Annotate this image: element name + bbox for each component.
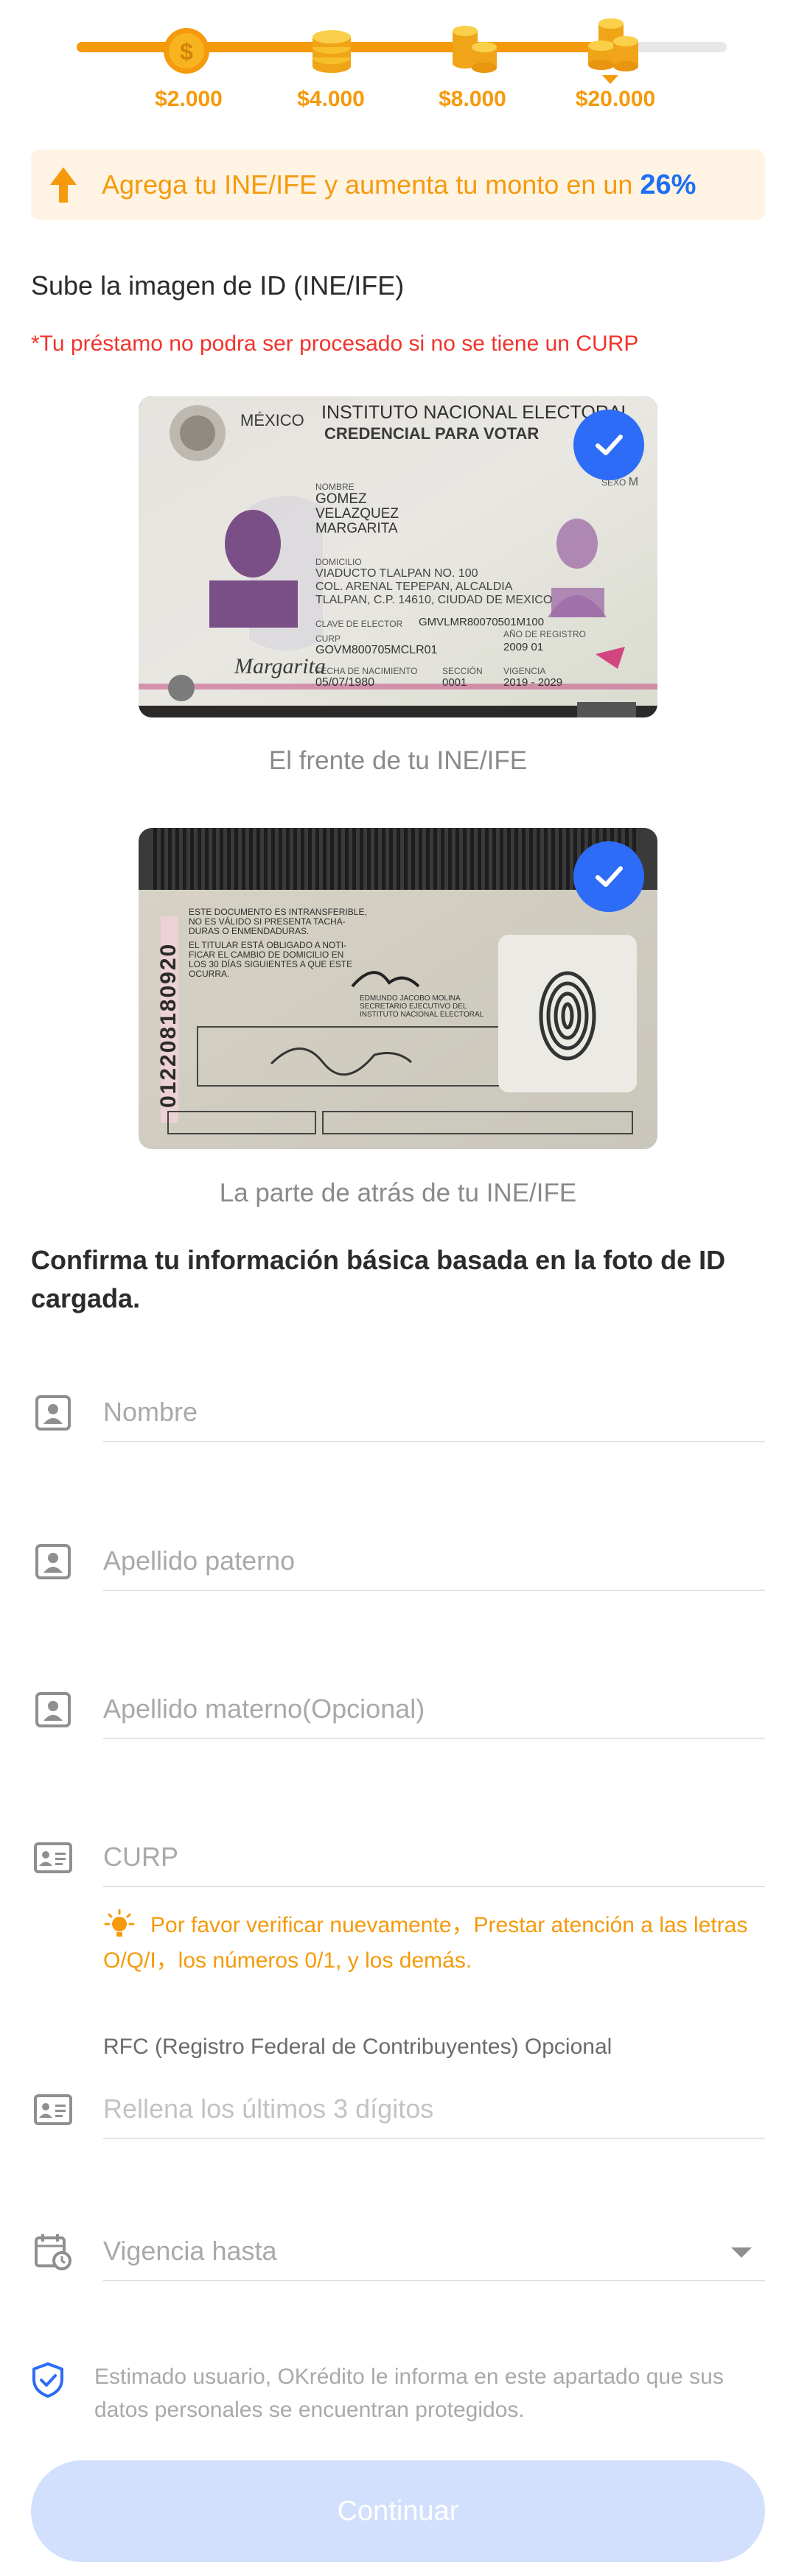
card-elector-label: CLAVE DE ELECTOR [315, 619, 403, 629]
coin-stack-icon [302, 16, 361, 75]
step-label: $2.000 [155, 87, 223, 111]
id-back-secretary: EDMUNDO JACOBO MOLINA SECRETARIO EJECUTI… [360, 994, 484, 1019]
caret-down-icon[interactable] [731, 2247, 752, 2258]
paternal-surname-input[interactable]: Apellido paterno [103, 1532, 765, 1591]
svg-text:$: $ [180, 38, 193, 65]
banner-text: Agrega tu INE/IFE y aumenta tu monto en … [102, 169, 633, 200]
card-registro-label: AÑO DE REGISTRO [503, 629, 587, 639]
curp-hint: Por favor verificar nuevamente，Prestar a… [103, 1908, 767, 1979]
card-birth-label: FECHA DE NACIMIENTO [315, 666, 418, 676]
id-back-image[interactable]: 012208180920 ESTE DOCUMENTO ES INTRANSFE… [139, 828, 657, 1149]
card-vigencia-label: VIGENCIA [503, 666, 546, 676]
step-label: $8.000 [439, 87, 506, 111]
step-label: $20.000 [575, 87, 656, 111]
card-signature: Margarita [234, 654, 326, 678]
id-back-notice: ESTE DOCUMENTO ES INTRANSFERIBLE, NO ES … [189, 907, 367, 979]
person-icon [31, 1540, 75, 1584]
id-front-caption: El frente de tu INE/IFE [268, 746, 528, 775]
card-address-label: DOMICILIO [315, 557, 362, 567]
card-type: CREDENCIAL PARA VOTAR [324, 424, 540, 443]
card-curp-label: CURP [315, 634, 341, 644]
continue-button[interactable]: Continuar [31, 2460, 765, 2562]
person-icon [31, 1391, 75, 1435]
rfc-field[interactable]: Rellena los últimos 3 dígitos [31, 2080, 765, 2139]
curp-field[interactable]: CURP [31, 1828, 765, 1887]
coin-stacks-icon [444, 16, 503, 75]
lightbulb-icon [103, 1908, 136, 1940]
vigencia-field[interactable]: Vigencia hasta [31, 2222, 765, 2281]
card-vigencia: 2019 - 2029 [503, 676, 563, 689]
card-address: VIADUCTO TLALPAN NO. 100 COL. ARENAL TEP… [315, 567, 553, 606]
check-icon [573, 410, 644, 480]
maternal-surname-input[interactable]: Apellido materno(Opcional) [103, 1680, 765, 1739]
increase-amount-banner: Agrega tu INE/IFE y aumenta tu monto en … [31, 150, 765, 220]
paternal-surname-field[interactable]: Apellido paterno [31, 1532, 765, 1591]
card-section-label: SECCIÓN [442, 666, 483, 676]
card-name: GOMEZ VELAZQUEZ MARGARITA [315, 491, 399, 536]
check-icon [573, 841, 644, 912]
curp-warning: *Tu préstamo no podra ser procesado si n… [31, 331, 639, 356]
current-step-pointer [602, 75, 618, 84]
card-elector-key: GMVLMR80070501M100 [419, 616, 545, 628]
upload-title: Sube la imagen de ID (INE/IFE) [31, 270, 405, 301]
id-back-number: 012208180920 [156, 942, 181, 1108]
arrow-up-icon [44, 163, 83, 207]
curp-input[interactable]: CURP [103, 1828, 765, 1887]
id-back-caption: La parte de atrás de tu INE/IFE [219, 1179, 577, 1207]
loan-amount-progress: $ $2.000 $4.000 $8.000 $20.000 [0, 0, 796, 129]
card-section: 0001 [442, 676, 467, 689]
calendar-clock-icon [31, 2230, 75, 2274]
first-name-input[interactable]: Nombre [103, 1383, 765, 1442]
curp-hint-text: Por favor verificar nuevamente，Prestar a… [103, 1913, 748, 1973]
card-name-label: NOMBRE [315, 482, 355, 492]
rfc-input[interactable]: Rellena los últimos 3 dígitos [103, 2080, 765, 2139]
rfc-label: RFC (Registro Federal de Contribuyentes)… [103, 2035, 612, 2059]
privacy-text: Estimado usuario, OKrédito le informa en… [94, 2365, 724, 2422]
card-curp: GOVM800705MCLR01 [315, 644, 438, 656]
coin-icon: $ [157, 16, 216, 75]
card-registro: 2009 01 [503, 641, 544, 653]
step-label: $4.000 [297, 87, 365, 111]
banner-percent: 26% [640, 169, 696, 200]
form-title: Confirma tu información básica basada en… [31, 1245, 726, 1313]
id-card-icon [31, 1836, 75, 1880]
id-card-icon [31, 2088, 75, 2132]
vigencia-select[interactable]: Vigencia hasta [103, 2222, 765, 2281]
maternal-surname-field[interactable]: Apellido materno(Opcional) [31, 1680, 765, 1739]
id-front-image[interactable]: MÉXICO INSTITUTO NACIONAL ELECTORAL CRED… [139, 396, 657, 717]
first-name-field[interactable]: Nombre [31, 1383, 765, 1442]
person-icon [31, 1688, 75, 1732]
shield-check-icon [31, 2362, 65, 2398]
card-country: MÉXICO [240, 411, 304, 429]
coin-pile-icon [584, 16, 643, 75]
